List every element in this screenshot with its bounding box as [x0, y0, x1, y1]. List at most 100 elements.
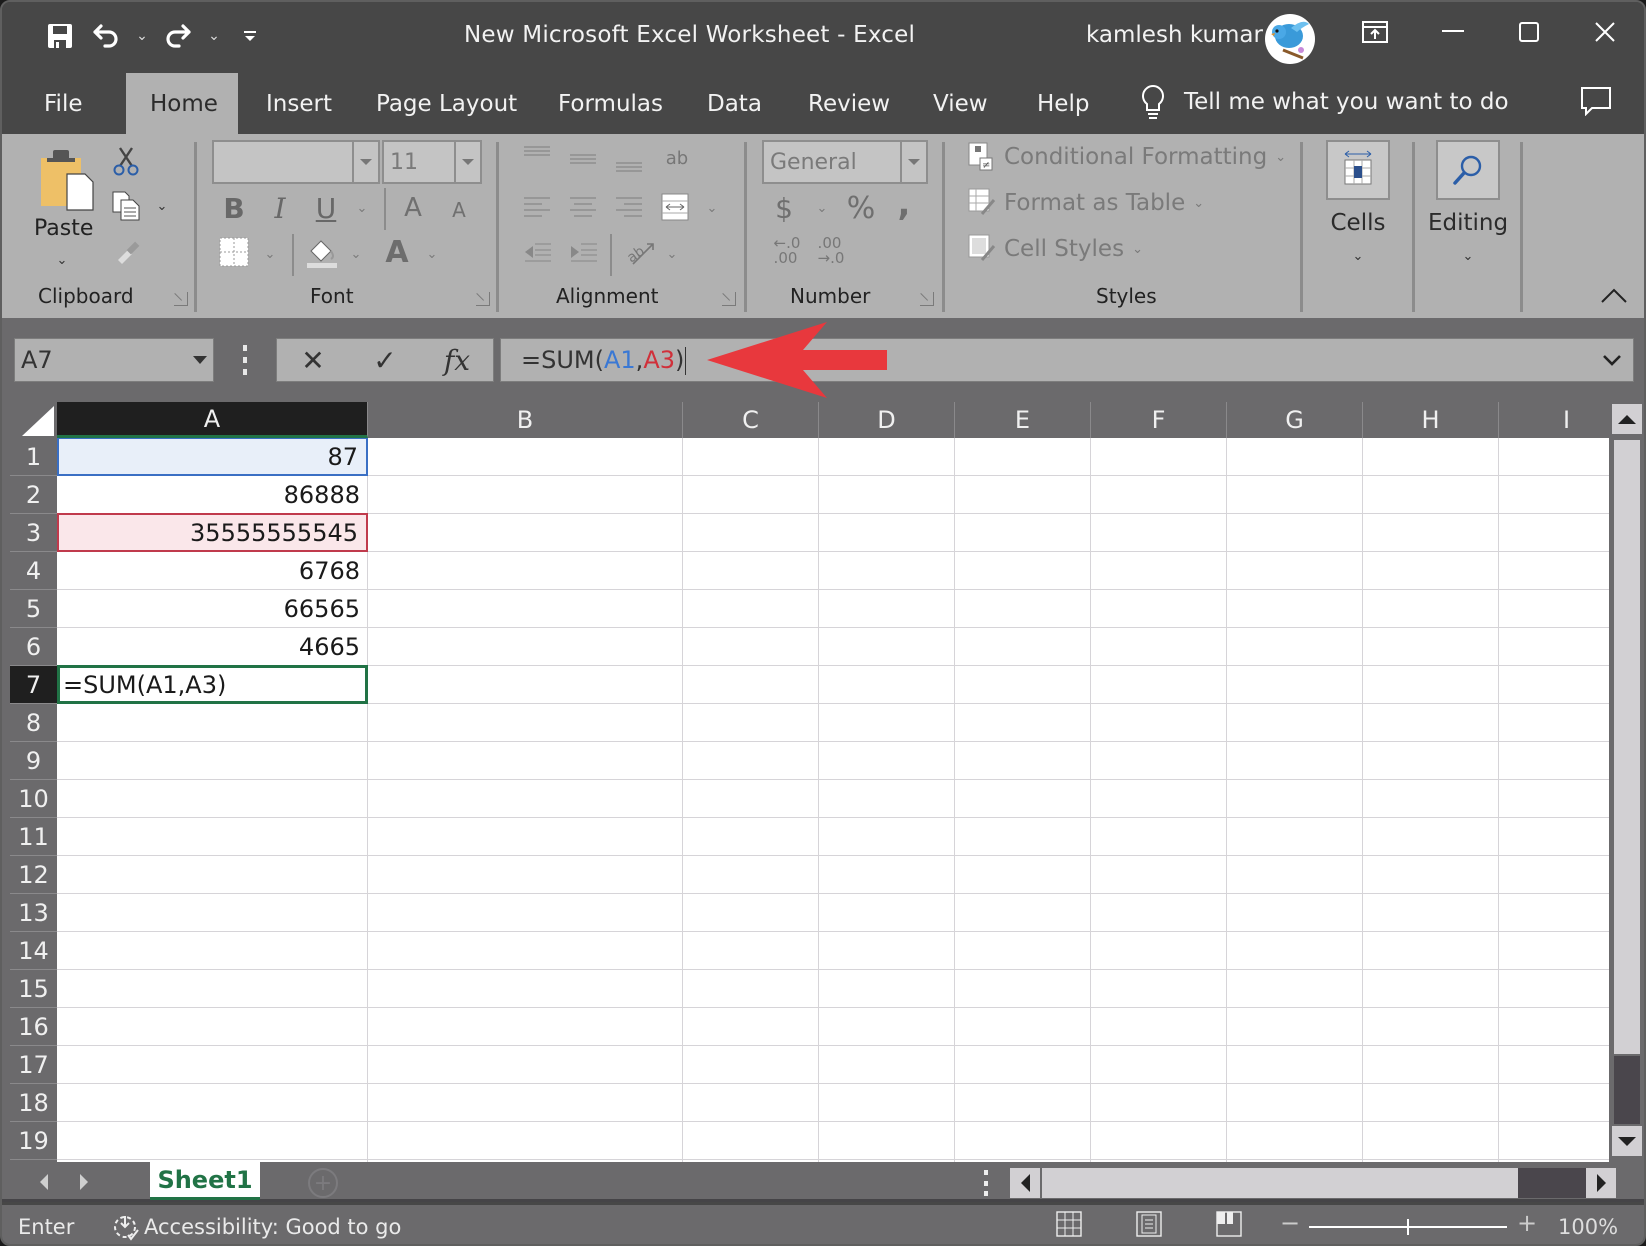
number-format-dropdown[interactable]: [900, 142, 926, 182]
cell-a7[interactable]: =SUM(A1,A3): [57, 665, 368, 704]
editing-dropdown[interactable]: ⌄: [1458, 246, 1478, 266]
cells-button[interactable]: [1326, 140, 1390, 200]
redo-button[interactable]: [158, 16, 198, 56]
previous-sheet-button[interactable]: [34, 1172, 54, 1192]
font-size-select[interactable]: 11: [382, 140, 482, 184]
decrease-font-size-button[interactable]: A: [446, 194, 472, 226]
paste-label[interactable]: Paste: [34, 216, 93, 241]
name-box[interactable]: A7: [14, 338, 214, 382]
row-header-17[interactable]: 17: [10, 1046, 57, 1084]
row-header-1[interactable]: 1: [10, 438, 57, 476]
percent-style-button[interactable]: %: [844, 190, 878, 226]
align-right-button[interactable]: [614, 192, 644, 222]
column-header-e[interactable]: E: [955, 402, 1091, 438]
scroll-left-button[interactable]: [1010, 1168, 1040, 1198]
page-layout-view-button[interactable]: [1136, 1211, 1164, 1239]
row-header-6[interactable]: 6: [10, 628, 57, 666]
copy-button[interactable]: [108, 188, 144, 224]
tell-me-search[interactable]: Tell me what you want to do: [1140, 84, 1509, 120]
format-as-table-button[interactable]: Format as Table ⌄: [968, 188, 1204, 218]
scroll-right-button[interactable]: [1586, 1168, 1616, 1198]
number-dialog-launcher[interactable]: [920, 292, 934, 306]
underline-button[interactable]: U: [310, 190, 342, 226]
cell-a4[interactable]: 6768: [57, 551, 368, 590]
row-header-5[interactable]: 5: [10, 590, 57, 628]
editing-label[interactable]: Editing: [1422, 210, 1514, 236]
paste-dropdown[interactable]: ⌄: [52, 250, 72, 270]
accessibility-checker[interactable]: Accessibility: Good to go: [112, 1213, 401, 1241]
vertical-scroll-thumb[interactable]: [1614, 1056, 1640, 1124]
tab-home[interactable]: Home: [126, 73, 238, 134]
row-header-16[interactable]: 16: [10, 1008, 57, 1046]
increase-decimal-button[interactable]: ←.0 .00: [770, 234, 804, 268]
cell-styles-button[interactable]: Cell Styles ⌄: [968, 234, 1143, 264]
comma-style-button[interactable]: ,: [894, 184, 914, 224]
tab-review[interactable]: Review: [784, 73, 914, 134]
maximize-button[interactable]: [1504, 12, 1554, 52]
zoom-slider[interactable]: [1309, 1219, 1507, 1235]
scroll-down-button[interactable]: [1612, 1126, 1642, 1156]
row-header-2[interactable]: 2: [10, 476, 57, 514]
row-header-7[interactable]: 7: [10, 666, 57, 704]
tab-page-layout[interactable]: Page Layout: [352, 73, 541, 134]
column-header-c[interactable]: C: [683, 402, 819, 438]
borders-button[interactable]: [218, 236, 250, 268]
row-header-8[interactable]: 8: [10, 704, 57, 742]
decrease-indent-button[interactable]: [522, 238, 552, 266]
cells-dropdown[interactable]: ⌄: [1348, 246, 1368, 266]
formula-bar-resize-handle[interactable]: [240, 342, 250, 378]
cut-button[interactable]: [108, 144, 144, 178]
row-header-12[interactable]: 12: [10, 856, 57, 894]
row-header-13[interactable]: 13: [10, 894, 57, 932]
row-header-18[interactable]: 18: [10, 1084, 57, 1122]
borders-dropdown[interactable]: ⌄: [260, 244, 280, 264]
cell-a3[interactable]: 35555555545: [57, 513, 368, 552]
enter-entry-button[interactable]: ✓: [360, 340, 410, 380]
row-header-10[interactable]: 10: [10, 780, 57, 818]
row-header-19[interactable]: 19: [10, 1122, 57, 1160]
tab-data[interactable]: Data: [683, 73, 786, 134]
insert-function-button[interactable]: fx: [432, 340, 482, 380]
fill-color-button[interactable]: [304, 234, 338, 270]
formula-input[interactable]: =SUM(A1,A3): [500, 338, 1634, 382]
column-header-h[interactable]: H: [1363, 402, 1499, 438]
sheet-tab-sheet1[interactable]: Sheet1: [150, 1162, 260, 1200]
merge-center-dropdown[interactable]: ⌄: [702, 198, 722, 218]
accounting-format-dropdown[interactable]: ⌄: [812, 198, 832, 218]
cell-a1[interactable]: 87: [57, 438, 368, 476]
row-header-14[interactable]: 14: [10, 932, 57, 970]
cancel-entry-button[interactable]: ✕: [288, 340, 338, 380]
horizontal-scrollbar[interactable]: [1010, 1166, 1616, 1198]
name-box-dropdown[interactable]: [187, 356, 213, 364]
align-center-button[interactable]: [568, 192, 598, 222]
column-header-b[interactable]: B: [368, 402, 683, 438]
align-left-button[interactable]: [522, 192, 552, 222]
tab-split-handle[interactable]: [982, 1170, 990, 1196]
undo-button[interactable]: [86, 16, 126, 56]
font-name-select[interactable]: [212, 140, 380, 184]
orientation-button[interactable]: ab: [624, 234, 658, 268]
page-break-view-button[interactable]: [1216, 1211, 1244, 1239]
select-all-button[interactable]: [12, 402, 56, 438]
row-header-15[interactable]: 15: [10, 970, 57, 1008]
close-button[interactable]: [1580, 12, 1630, 52]
bold-button[interactable]: B: [218, 190, 250, 226]
cell-a5[interactable]: 66565: [57, 589, 368, 628]
paste-button[interactable]: [32, 144, 102, 214]
vertical-scrollbar[interactable]: [1609, 402, 1643, 1162]
next-sheet-button[interactable]: [74, 1172, 94, 1192]
editing-button[interactable]: [1436, 140, 1500, 200]
customize-toolbar-button[interactable]: [230, 16, 270, 56]
conditional-formatting-button[interactable]: ≠ Conditional Formatting ⌄: [968, 142, 1286, 172]
ribbon-display-options-button[interactable]: [1350, 12, 1400, 52]
avatar[interactable]: [1265, 14, 1315, 64]
middle-align-button[interactable]: [568, 148, 598, 172]
row-header-3[interactable]: 3: [10, 514, 57, 552]
font-color-dropdown[interactable]: ⌄: [422, 244, 442, 264]
font-size-dropdown[interactable]: [454, 142, 480, 182]
save-button[interactable]: [40, 16, 80, 56]
redo-dropdown[interactable]: ⌄: [204, 28, 224, 44]
decrease-decimal-button[interactable]: .00 →.0: [814, 234, 848, 268]
vertical-scroll-track[interactable]: [1614, 440, 1640, 1054]
column-header-g[interactable]: G: [1227, 402, 1363, 438]
